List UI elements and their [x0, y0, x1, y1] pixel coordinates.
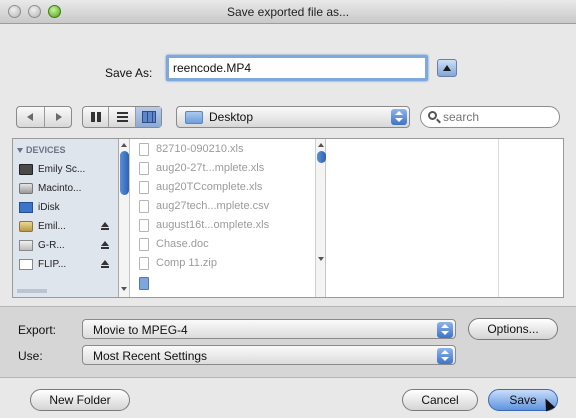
options-button[interactable]: Options...	[468, 318, 558, 340]
sidebar-item-label: G-R...	[38, 240, 65, 251]
scroll-up-icon[interactable]	[318, 143, 324, 147]
popup-arrows-icon	[437, 322, 453, 338]
idisk-icon	[19, 202, 33, 213]
sidebar-item-g-raid[interactable]: G-R...	[19, 237, 115, 255]
export-format-select[interactable]: Movie to MPEG-4	[82, 319, 456, 339]
sidebar: DEVICES Emily Sc... Macinto... iDisk Emi…	[13, 139, 119, 297]
window-title: Save exported file as...	[226, 5, 350, 19]
title-bar: Save exported file as...	[0, 0, 576, 24]
search-icon	[428, 111, 437, 120]
drive-icon	[19, 259, 33, 270]
document-icon	[139, 219, 149, 232]
file-name: august16t...omplete.xls	[156, 219, 270, 231]
use-label: Use:	[18, 349, 43, 363]
sidebar-item-label: Emil...	[38, 221, 66, 232]
view-mode-control	[82, 106, 162, 128]
list-item[interactable]: aug27tech...mplete.csv	[139, 198, 315, 216]
folder-icon	[185, 111, 203, 124]
arrow-left-icon	[27, 113, 33, 121]
new-folder-button[interactable]: New Folder	[30, 389, 130, 411]
column-view-button[interactable]	[135, 107, 161, 127]
export-label: Export:	[18, 323, 57, 337]
search-input[interactable]	[420, 106, 560, 128]
sidebar-scroll-thumb[interactable]	[120, 151, 129, 195]
sidebar-item-emily-network[interactable]: Emil...	[19, 218, 115, 236]
document-icon	[139, 181, 149, 194]
sidebar-item-label: Macinto...	[38, 183, 82, 194]
sidebar-item-emily-computer[interactable]: Emily Sc...	[19, 161, 115, 179]
document-icon	[139, 200, 149, 213]
forward-button[interactable]	[45, 107, 72, 127]
use-settings-value: Most Recent Settings	[93, 349, 208, 363]
eject-icon[interactable]	[101, 222, 109, 230]
file-name: 82710-090210.xls	[156, 143, 244, 155]
list-item[interactable]: august16t...omplete.xls	[139, 217, 315, 235]
network-icon	[19, 221, 33, 232]
scroll-down-icon[interactable]	[121, 287, 127, 291]
sidebar-item-label: iDisk	[38, 202, 60, 213]
file-name: aug20TCcomplete.xls	[156, 181, 263, 193]
sidebar-item-label: FLIP...	[38, 259, 67, 270]
expand-dialog-button[interactable]	[437, 59, 457, 77]
sidebar-scrollbar[interactable]	[119, 139, 130, 297]
scroll-down-icon[interactable]	[318, 257, 324, 261]
scroll-up-icon[interactable]	[121, 143, 127, 147]
list-icon	[117, 112, 129, 122]
file-column-scroll-thumb[interactable]	[317, 151, 326, 163]
document-icon	[139, 143, 149, 156]
save-as-label: Save As:	[105, 66, 153, 80]
list-item[interactable]: Chase.doc	[139, 236, 315, 254]
sidebar-section-devices[interactable]: DEVICES	[17, 145, 66, 155]
sidebar-item-flip[interactable]: FLIP...	[19, 256, 115, 274]
columns-icon	[141, 111, 156, 123]
sidebar-item-idisk[interactable]: iDisk	[19, 199, 115, 217]
file-column-scrollbar[interactable]	[315, 139, 326, 297]
save-dialog: Save exported file as... Save As: Deskto…	[0, 0, 576, 418]
desktop-file-column: 82710-090210.xls aug20-27t...mplete.xls …	[131, 139, 315, 297]
laptop-icon	[19, 164, 33, 175]
arrow-right-icon	[55, 113, 62, 121]
save-as-field[interactable]	[166, 55, 428, 81]
sidebar-next-section	[17, 289, 47, 293]
file-name: aug27tech...mplete.csv	[156, 200, 270, 212]
location-popup[interactable]: Desktop	[176, 106, 410, 128]
sidebar-item-macintosh-hd[interactable]: Macinto...	[19, 180, 115, 198]
use-settings-select[interactable]: Most Recent Settings	[82, 345, 456, 365]
file-name: aug20-27t...mplete.xls	[156, 162, 265, 174]
hard-drive-icon	[19, 183, 33, 194]
file-browser: DEVICES Emily Sc... Macinto... iDisk Emi…	[12, 138, 564, 298]
popup-arrows-icon	[437, 348, 453, 364]
back-button[interactable]	[17, 107, 45, 127]
file-name: Chase.doc	[156, 238, 209, 250]
document-icon	[139, 257, 149, 270]
back-forward-control	[16, 106, 72, 128]
document-icon	[139, 238, 149, 251]
popup-arrows-icon	[391, 109, 407, 125]
icon-view-button[interactable]	[83, 107, 110, 127]
list-item-partial[interactable]	[139, 275, 315, 293]
list-item[interactable]: aug20-27t...mplete.xls	[139, 160, 315, 178]
export-options-panel	[0, 306, 576, 378]
eject-icon[interactable]	[101, 241, 109, 249]
sidebar-item-label: Emily Sc...	[38, 164, 86, 175]
external-drive-icon	[19, 240, 33, 251]
list-item[interactable]: Comp 11.zip	[139, 255, 315, 273]
file-name: Comp 11.zip	[156, 257, 217, 269]
export-format-value: Movie to MPEG-4	[93, 323, 188, 337]
folder-icon	[139, 277, 149, 290]
eject-icon[interactable]	[101, 260, 109, 268]
empty-column	[327, 139, 499, 297]
triangle-up-icon	[443, 65, 451, 71]
empty-column-2	[500, 139, 563, 297]
location-label: Desktop	[209, 110, 254, 124]
cancel-button[interactable]: Cancel	[402, 389, 478, 411]
list-item[interactable]: 82710-090210.xls	[139, 141, 315, 159]
grid-icon	[91, 112, 101, 122]
document-icon	[139, 162, 149, 175]
list-item[interactable]: aug20TCcomplete.xls	[139, 179, 315, 197]
list-view-button[interactable]	[109, 107, 136, 127]
